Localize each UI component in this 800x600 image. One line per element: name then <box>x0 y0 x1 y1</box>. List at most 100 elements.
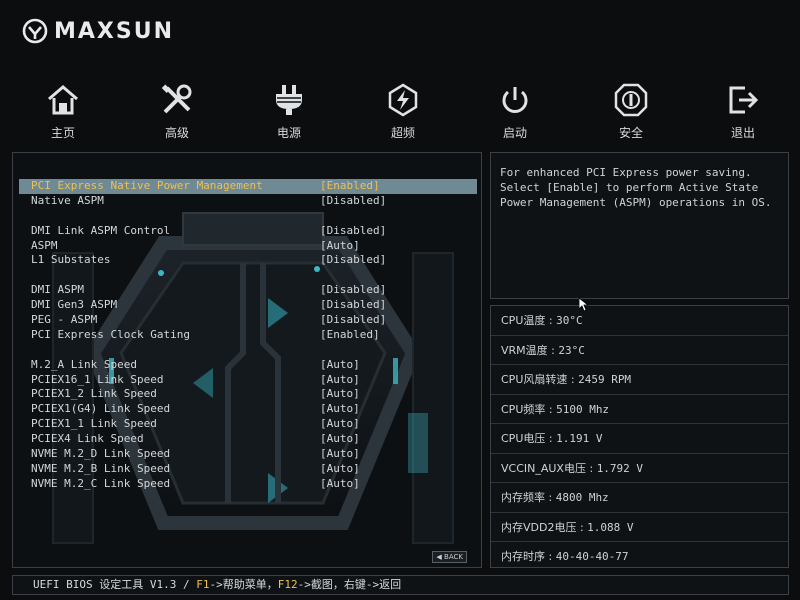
setting-value[interactable]: [Disabled] <box>320 194 386 209</box>
setting-label: PCIEX1_1 Link Speed <box>31 417 157 431</box>
nav-tab-boot[interactable]: 启动 <box>475 82 555 141</box>
maxsun-logo-icon <box>22 18 48 44</box>
setting-label: PEG - ASPM <box>31 313 98 327</box>
setting-value[interactable]: [Auto] <box>320 462 360 477</box>
setting-value[interactable]: [Disabled] <box>320 253 386 268</box>
help-text: For enhanced PCI Express power saving. S… <box>500 166 772 209</box>
status-separator: : <box>545 314 557 327</box>
back-label: BACK <box>444 553 463 561</box>
nav-tab-overclock[interactable]: 超频 <box>363 82 443 141</box>
status-value: 30°C <box>556 314 583 327</box>
status-value: 1.191 V <box>556 432 603 445</box>
setting-row-pciex16-1-link-speed[interactable]: PCIEX16_1 Link Speed [Auto] <box>19 373 477 388</box>
status-memory-vdd2-voltage: 内存VDD2电压 : 1.088 V <box>491 513 788 542</box>
status-memory-frequency: 内存频率 : 4800 Mhz <box>491 483 788 513</box>
setting-row-pcie-native-power-mgmt[interactable]: PCI Express Native Power Management [Ena… <box>19 179 477 194</box>
setting-label: NVME M.2_B Link Speed <box>31 461 171 475</box>
setting-row-pciex1-1-link-speed[interactable]: PCIEX1_1 Link Speed [Auto] <box>19 417 477 432</box>
setting-row-nvme-m2b-link-speed[interactable]: NVME M.2_B Link Speed [Auto] <box>19 462 477 477</box>
status-separator: : <box>545 550 556 563</box>
setting-row-native-aspm[interactable]: Native ASPM [Disabled] <box>19 194 477 209</box>
setting-row-nvme-m2d-link-speed[interactable]: NVME M.2_D Link Speed [Auto] <box>19 447 477 462</box>
setting-value[interactable]: [Disabled] <box>320 224 386 239</box>
setting-row-dmi-aspm[interactable]: DMI ASPM [Disabled] <box>19 283 477 298</box>
setting-value[interactable]: [Auto] <box>320 239 360 254</box>
back-button[interactable]: ◀ BACK <box>432 551 467 563</box>
setting-value[interactable]: [Disabled] <box>320 283 386 298</box>
setting-label: PCIEX1(G4) Link Speed <box>31 402 171 416</box>
setting-value[interactable]: [Auto] <box>320 402 360 417</box>
setting-label: PCI Express Clock Gating <box>31 327 190 341</box>
setting-value[interactable]: [Enabled] <box>320 179 380 194</box>
setting-value[interactable]: [Auto] <box>320 358 360 373</box>
setting-value[interactable]: [Auto] <box>320 417 360 432</box>
setting-label: DMI Gen3 ASPM <box>31 298 118 312</box>
status-value: 1.792 V <box>596 461 644 475</box>
exit-icon <box>729 86 759 114</box>
tools-icon <box>161 84 192 114</box>
setting-row-l1-substates[interactable]: L1 Substates [Disabled] <box>19 253 477 268</box>
status-separator: : <box>585 461 597 475</box>
setting-label: DMI Link ASPM Control <box>31 223 171 237</box>
status-label: 内存频率 <box>501 491 545 504</box>
setting-row-nvme-m2c-link-speed[interactable]: NVME M.2_C Link Speed [Auto] <box>19 477 477 492</box>
main-nav: 主页 高级 电源 超频 启动 安全 退出 <box>0 82 800 144</box>
nav-tab-security[interactable]: 安全 <box>591 82 671 141</box>
setting-label: L1 Substates <box>31 253 111 267</box>
setting-value[interactable]: [Disabled] <box>320 298 386 313</box>
back-arrow-icon: ◀ <box>436 553 442 561</box>
status-label: VRM温度 <box>501 343 548 357</box>
status-separator: : <box>545 432 557 445</box>
setting-value[interactable]: [Auto] <box>320 477 360 492</box>
settings-list: PCI Express Native Power Management [Ena… <box>19 179 477 492</box>
status-label: 内存VDD2电压 <box>501 520 577 534</box>
nav-label: 主页 <box>50 126 75 140</box>
nav-label: 高级 <box>164 126 189 140</box>
setting-row-pcie-clock-gating[interactable]: PCI Express Clock Gating [Enabled] <box>19 328 477 343</box>
status-separator: : <box>545 402 557 416</box>
brand-logo: MAXSUN <box>22 18 174 44</box>
status-vccin-aux-voltage: VCCIN_AUX电压 : 1.792 V <box>491 454 788 483</box>
setting-label: PCIEX16_1 Link Speed <box>31 372 164 386</box>
setting-row-peg-aspm[interactable]: PEG - ASPM [Disabled] <box>19 313 477 328</box>
f1-key-hint: F1 <box>196 578 210 591</box>
setting-label: M.2_A Link Speed <box>31 357 137 371</box>
setting-label: NVME M.2_D Link Speed <box>31 447 171 461</box>
overclock-icon <box>388 83 418 117</box>
home-icon <box>48 85 78 115</box>
status-cpu-fan-speed: CPU风扇转速 : 2459 RPM <box>491 365 788 395</box>
nav-tab-home[interactable]: 主页 <box>23 82 103 141</box>
status-value: 5100 Mhz <box>556 402 610 416</box>
status-separator: : <box>576 520 588 534</box>
setting-row-dmi-link-aspm[interactable]: DMI Link ASPM Control [Disabled] <box>19 224 477 239</box>
setting-label: PCIEX4 Link Speed <box>31 432 144 446</box>
setting-row-pciex4-link-speed[interactable]: PCIEX4 Link Speed [Auto] <box>19 432 477 447</box>
status-cpu-temp: CPU温度 : 30°C <box>491 306 788 336</box>
setting-row-m2a-link-speed[interactable]: M.2_A Link Speed [Auto] <box>19 358 477 373</box>
status-label: CPU温度 <box>501 314 546 327</box>
setting-row-pciex1-2-link-speed[interactable]: PCIEX1_2 Link Speed [Auto] <box>19 387 477 402</box>
setting-value[interactable]: [Auto] <box>320 373 360 388</box>
setting-row-dmi-gen3-aspm[interactable]: DMI Gen3 ASPM [Disabled] <box>19 298 477 313</box>
footer-hint-bar: UEFI BIOS 设定工具 V1.3 / F1->帮助菜单，F12->截图，右… <box>12 575 789 595</box>
setting-value[interactable]: [Auto] <box>320 432 360 447</box>
power-plug-icon <box>276 85 302 115</box>
setting-row-pciex1-g4-link-speed[interactable]: PCIEX1(G4) Link Speed [Auto] <box>19 402 477 417</box>
setting-value[interactable]: [Auto] <box>320 447 360 462</box>
setting-value[interactable]: [Enabled] <box>320 328 380 343</box>
setting-value[interactable]: [Auto] <box>320 387 360 402</box>
status-separator: : <box>567 373 579 386</box>
nav-tab-exit[interactable]: 退出 <box>703 82 783 141</box>
setting-label: Native ASPM <box>31 193 104 207</box>
help-panel: For enhanced PCI Express power saving. S… <box>490 152 789 299</box>
setting-label: PCI Express Native Power Management <box>31 179 263 192</box>
security-icon <box>614 83 648 117</box>
settings-panel: PCI Express Native Power Management [Ena… <box>12 152 482 568</box>
nav-tab-power[interactable]: 电源 <box>249 82 329 141</box>
nav-tab-advanced[interactable]: 高级 <box>137 82 217 141</box>
setting-row-aspm[interactable]: ASPM [Auto] <box>19 239 477 254</box>
boot-power-icon <box>502 87 528 113</box>
setting-value[interactable]: [Disabled] <box>320 313 386 328</box>
nav-label: 启动 <box>502 126 527 140</box>
status-label: CPU频率 <box>501 402 546 416</box>
